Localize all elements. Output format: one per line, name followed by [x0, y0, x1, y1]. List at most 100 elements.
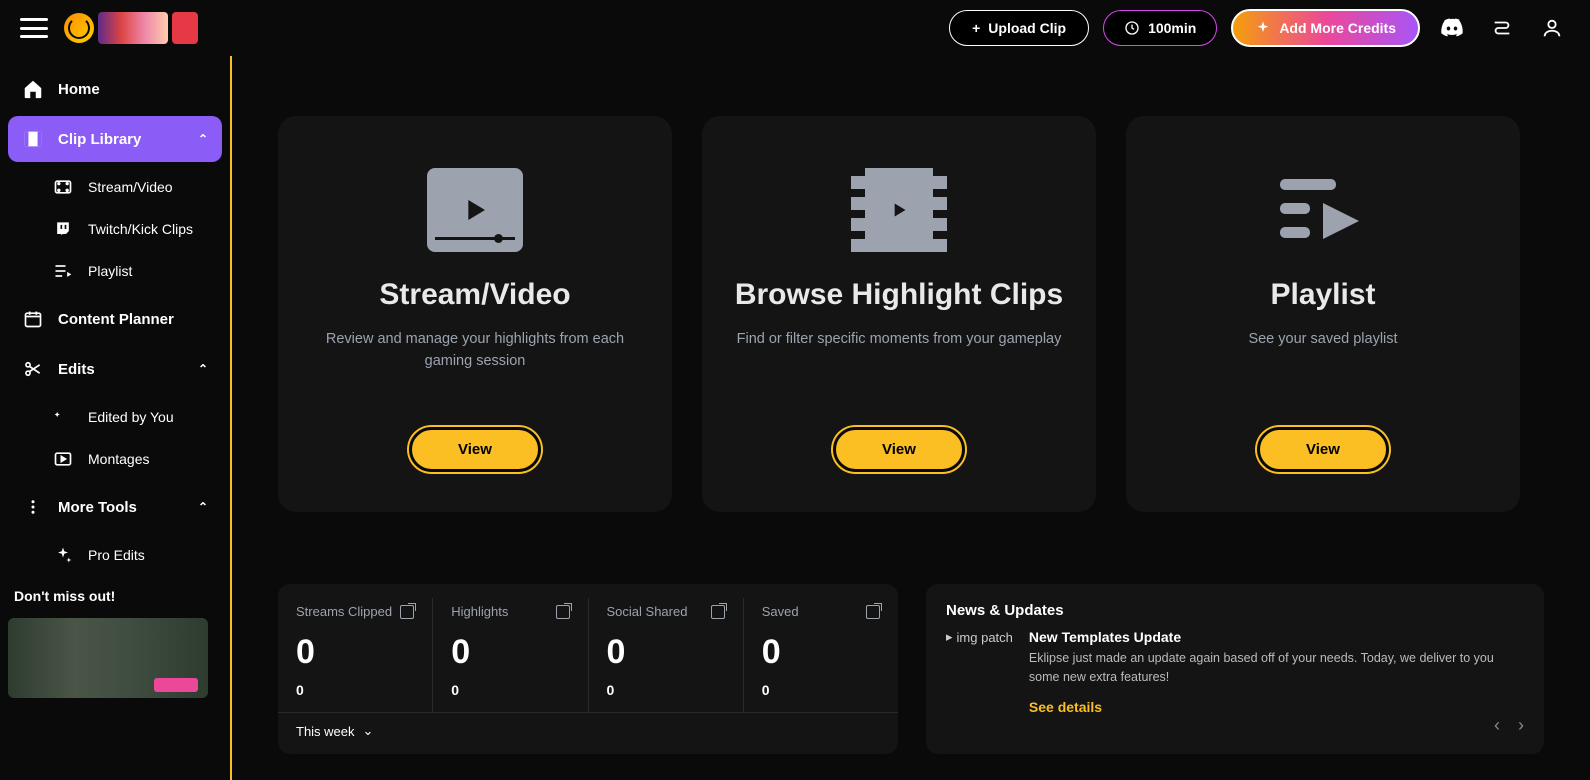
card-desc: Review and manage your highlights from e… [308, 328, 642, 427]
sidebar-item-playlist[interactable]: Playlist [38, 250, 222, 292]
sidebar-label: Twitch/Kick Clips [88, 221, 193, 237]
chevron-down-icon: ⌄ [363, 723, 374, 739]
minutes-label: 100min [1148, 20, 1196, 36]
wand-icon [52, 406, 74, 428]
news-prev-button[interactable]: ‹ [1494, 715, 1500, 736]
news-body: img patch New Templates Update Eklipse j… [946, 629, 1524, 715]
clock-icon [1124, 20, 1140, 36]
sidebar-item-edits[interactable]: Edits ⌃ [8, 346, 222, 392]
profile-button[interactable] [1534, 10, 1570, 46]
sparkles-icon [52, 544, 74, 566]
sidebar-item-content-planner[interactable]: Content Planner [8, 296, 222, 342]
sidebar-label: Clip Library [58, 131, 141, 148]
logo-art-2 [172, 12, 198, 44]
external-link-icon[interactable] [400, 605, 414, 619]
dont-miss-heading: Don't miss out! [8, 580, 222, 610]
add-credits-button[interactable]: Add More Credits [1231, 9, 1420, 47]
dots-icon [22, 496, 44, 518]
scissors-icon [22, 358, 44, 380]
sidebar-label: Home [58, 81, 100, 98]
news-thumbnail: img patch [946, 629, 1013, 645]
sidebar-label: Playlist [88, 263, 132, 279]
stat-social-shared: Social Shared 0 0 [589, 598, 744, 712]
main-content: Stream/Video Review and manage your high… [232, 56, 1590, 780]
chevron-up-icon: ⌃ [198, 500, 208, 514]
edits-subitems: Edited by You Montages [8, 396, 222, 480]
playlist-large-icon [1275, 168, 1371, 252]
stat-streams-clipped: Streams Clipped 0 0 [278, 598, 433, 712]
news-content: New Templates Update Eklipse just made a… [1029, 629, 1524, 715]
card-desc: Find or filter specific moments from you… [737, 328, 1062, 427]
discord-button[interactable] [1434, 10, 1470, 46]
sidebar-label: Edits [58, 361, 95, 378]
sidebar-label: Pro Edits [88, 547, 145, 563]
video-icon [52, 176, 74, 198]
calendar-icon [22, 308, 44, 330]
sidebar-item-pro-edits[interactable]: Pro Edits [38, 534, 222, 576]
logo[interactable] [64, 12, 198, 44]
news-pagination: ‹ › [1494, 715, 1524, 736]
sparkle-icon [1255, 20, 1271, 36]
minutes-button[interactable]: 100min [1103, 10, 1217, 46]
playlist-icon [52, 260, 74, 282]
film-strip-icon [851, 168, 947, 252]
credits-label: Add More Credits [1279, 20, 1396, 36]
stat-value: 0 [451, 633, 569, 672]
news-headline: New Templates Update [1029, 629, 1524, 645]
discord-icon [1439, 18, 1465, 38]
menu-toggle-button[interactable] [20, 18, 48, 38]
news-details-link[interactable]: See details [1029, 699, 1524, 715]
top-header: + Upload Clip 100min Add More Credits [0, 0, 1590, 56]
sidebar-label: Content Planner [58, 311, 174, 328]
stats-panel: Streams Clipped 0 0 Highlights 0 0 Socia… [278, 584, 898, 754]
external-link-icon[interactable] [556, 605, 570, 619]
promo-banner[interactable] [8, 618, 208, 698]
stat-highlights: Highlights 0 0 [433, 598, 588, 712]
sidebar-item-clip-library[interactable]: Clip Library ⌃ [8, 116, 222, 162]
user-icon [1541, 17, 1563, 39]
video-player-icon [427, 168, 523, 252]
period-selector[interactable]: This week ⌄ [278, 712, 898, 749]
view-stream-button[interactable]: View [409, 427, 541, 472]
upload-clip-button[interactable]: + Upload Clip [949, 10, 1089, 46]
card-playlist: Playlist See your saved playlist View [1126, 116, 1520, 512]
news-description: Eklipse just made an update again based … [1029, 649, 1524, 687]
stat-label: Social Shared [607, 604, 688, 619]
chevron-up-icon: ⌃ [198, 132, 208, 146]
stat-value: 0 [296, 633, 414, 672]
upload-label: Upload Clip [988, 20, 1066, 36]
sidebar-item-twitch-kick[interactable]: Twitch/Kick Clips [38, 208, 222, 250]
rewards-button[interactable] [1484, 10, 1520, 46]
sidebar-label: Montages [88, 451, 149, 467]
external-link-icon[interactable] [711, 605, 725, 619]
card-browse-clips: Browse Highlight Clips Find or filter sp… [702, 116, 1096, 512]
bottom-row: Streams Clipped 0 0 Highlights 0 0 Socia… [278, 584, 1544, 754]
sidebar-item-edited-by-you[interactable]: Edited by You [38, 396, 222, 438]
stat-subvalue: 0 [296, 682, 414, 698]
header-right: + Upload Clip 100min Add More Credits [949, 9, 1570, 47]
twitch-icon [52, 218, 74, 240]
stat-label: Saved [762, 604, 799, 619]
view-playlist-button[interactable]: View [1257, 427, 1389, 472]
news-section-title: News & Updates [946, 602, 1524, 619]
logo-art-1 [98, 12, 168, 44]
header-left [20, 12, 198, 44]
path-icon [1491, 17, 1513, 39]
card-stream-video: Stream/Video Review and manage your high… [278, 116, 672, 512]
film-icon [22, 128, 44, 150]
card-title: Stream/Video [379, 278, 570, 312]
news-next-button[interactable]: › [1518, 715, 1524, 736]
card-desc: See your saved playlist [1248, 328, 1397, 427]
sidebar-item-home[interactable]: Home [8, 66, 222, 112]
sidebar-item-montages[interactable]: Montages [38, 438, 222, 480]
sidebar-item-stream-video[interactable]: Stream/Video [38, 166, 222, 208]
view-clips-button[interactable]: View [833, 427, 965, 472]
stat-value: 0 [762, 633, 880, 672]
stats-row: Streams Clipped 0 0 Highlights 0 0 Socia… [278, 598, 898, 712]
plus-icon: + [972, 20, 980, 36]
external-link-icon[interactable] [866, 605, 880, 619]
card-title: Playlist [1270, 278, 1375, 312]
stat-value: 0 [607, 633, 725, 672]
more-tools-subitems: Pro Edits [8, 534, 222, 576]
sidebar-item-more-tools[interactable]: More Tools ⌃ [8, 484, 222, 530]
